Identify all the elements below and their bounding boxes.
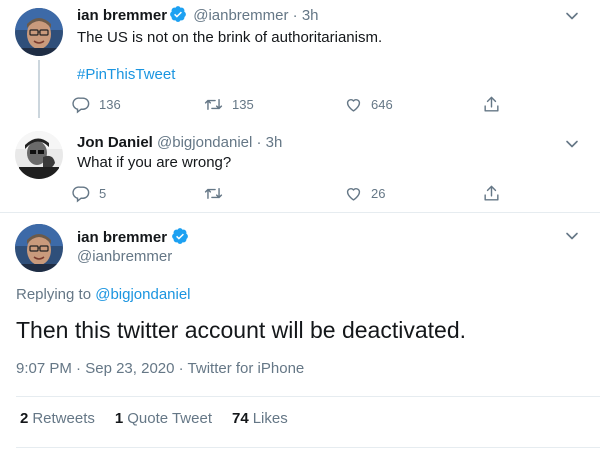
avatar-jon-daniel[interactable]	[15, 131, 63, 179]
tweet-actions: 136 135 646	[72, 92, 512, 116]
author-handle[interactable]: @bigjondaniel	[157, 134, 252, 151]
retweet-count: 135	[232, 96, 254, 112]
tweet-header: Jon Daniel @bigjondaniel · 3h	[77, 133, 282, 153]
like-button[interactable]: 26	[344, 181, 385, 205]
separator-dot: ·	[256, 134, 262, 151]
tweet-date-link[interactable]: Sep 23, 2020	[85, 360, 174, 377]
retweet-button[interactable]: 135	[203, 92, 254, 116]
chevron-down-icon[interactable]	[564, 136, 580, 152]
reply-button[interactable]: 136	[72, 92, 121, 116]
reply-icon	[72, 95, 91, 114]
replying-to-handle-link[interactable]: @bigjondaniel	[95, 286, 190, 303]
like-icon	[344, 184, 363, 203]
like-count: 646	[371, 96, 393, 112]
share-icon	[482, 95, 501, 114]
author-name[interactable]: ian bremmer	[77, 7, 167, 24]
tweet-source-link[interactable]: Twitter for iPhone	[188, 360, 305, 377]
author-name[interactable]: ian bremmer	[77, 229, 167, 246]
share-button[interactable]	[482, 92, 501, 116]
replying-prefix: Replying to	[16, 286, 92, 303]
chevron-down-icon[interactable]	[564, 228, 580, 244]
retweet-button[interactable]	[203, 181, 232, 205]
tweet-time-link[interactable]: 9:07 PM	[16, 360, 72, 377]
likes-stat[interactable]: 74 Likes	[232, 410, 288, 427]
tweet-header: ian bremmer @ianbremmer · 3h	[77, 5, 319, 29]
reply-button[interactable]: 5	[72, 181, 106, 205]
avatar-ian-bremmer[interactable]	[15, 224, 63, 272]
author-name[interactable]: Jon Daniel	[77, 134, 153, 151]
divider	[16, 396, 600, 397]
reply-icon	[72, 184, 91, 203]
separator-dot: ·	[76, 360, 82, 377]
tweet-text: What if you are wrong?	[77, 154, 232, 171]
tweet-age[interactable]: 3h	[266, 134, 283, 151]
tweet-actions: 5 26	[72, 181, 512, 205]
tweet-age[interactable]: 3h	[302, 7, 319, 24]
replying-to: Replying to @bigjondaniel	[16, 286, 191, 303]
likes-label: Likes	[252, 410, 288, 427]
hashtag-link[interactable]: #PinThisTweet	[77, 65, 175, 85]
retweets-label: Retweets	[32, 410, 95, 427]
quote-label: Quote Tweet	[127, 410, 212, 427]
retweet-icon	[203, 95, 224, 114]
share-button[interactable]	[482, 181, 501, 205]
tweet-meta: 9:07 PM · Sep 23, 2020 · Twitter for iPh…	[16, 360, 304, 377]
divider	[16, 447, 600, 448]
tweet-text: Then this twitter account will be deacti…	[16, 317, 467, 343]
retweet-icon	[203, 184, 224, 203]
like-button[interactable]: 646	[344, 92, 393, 116]
author-handle[interactable]: @ianbremmer	[193, 7, 288, 24]
reply-count: 5	[99, 185, 107, 201]
like-icon	[344, 95, 363, 114]
like-count: 26	[371, 185, 386, 201]
reply-count: 136	[99, 96, 121, 112]
author-handle[interactable]: @ianbremmer	[77, 247, 172, 267]
tweet-text: The US is not on the brink of authoritar…	[77, 29, 383, 46]
verified-badge-icon	[171, 227, 189, 251]
avatar-ian-bremmer[interactable]	[15, 8, 63, 56]
separator-dot: ·	[178, 360, 184, 377]
thread-connector-line	[38, 60, 40, 118]
engagement-stats: 2 Retweets 1 Quote Tweet 74 Likes	[20, 410, 288, 427]
share-icon	[482, 184, 501, 203]
retweets-count: 2	[20, 410, 29, 427]
divider	[0, 212, 600, 213]
chevron-down-icon[interactable]	[564, 8, 580, 24]
verified-badge-icon	[169, 5, 187, 29]
separator-dot: ·	[292, 7, 298, 24]
likes-count: 74	[232, 410, 249, 427]
retweets-stat[interactable]: 2 Retweets	[20, 410, 95, 427]
quote-count: 1	[114, 410, 124, 427]
quote-tweets-stat[interactable]: 1 Quote Tweet	[115, 410, 212, 427]
